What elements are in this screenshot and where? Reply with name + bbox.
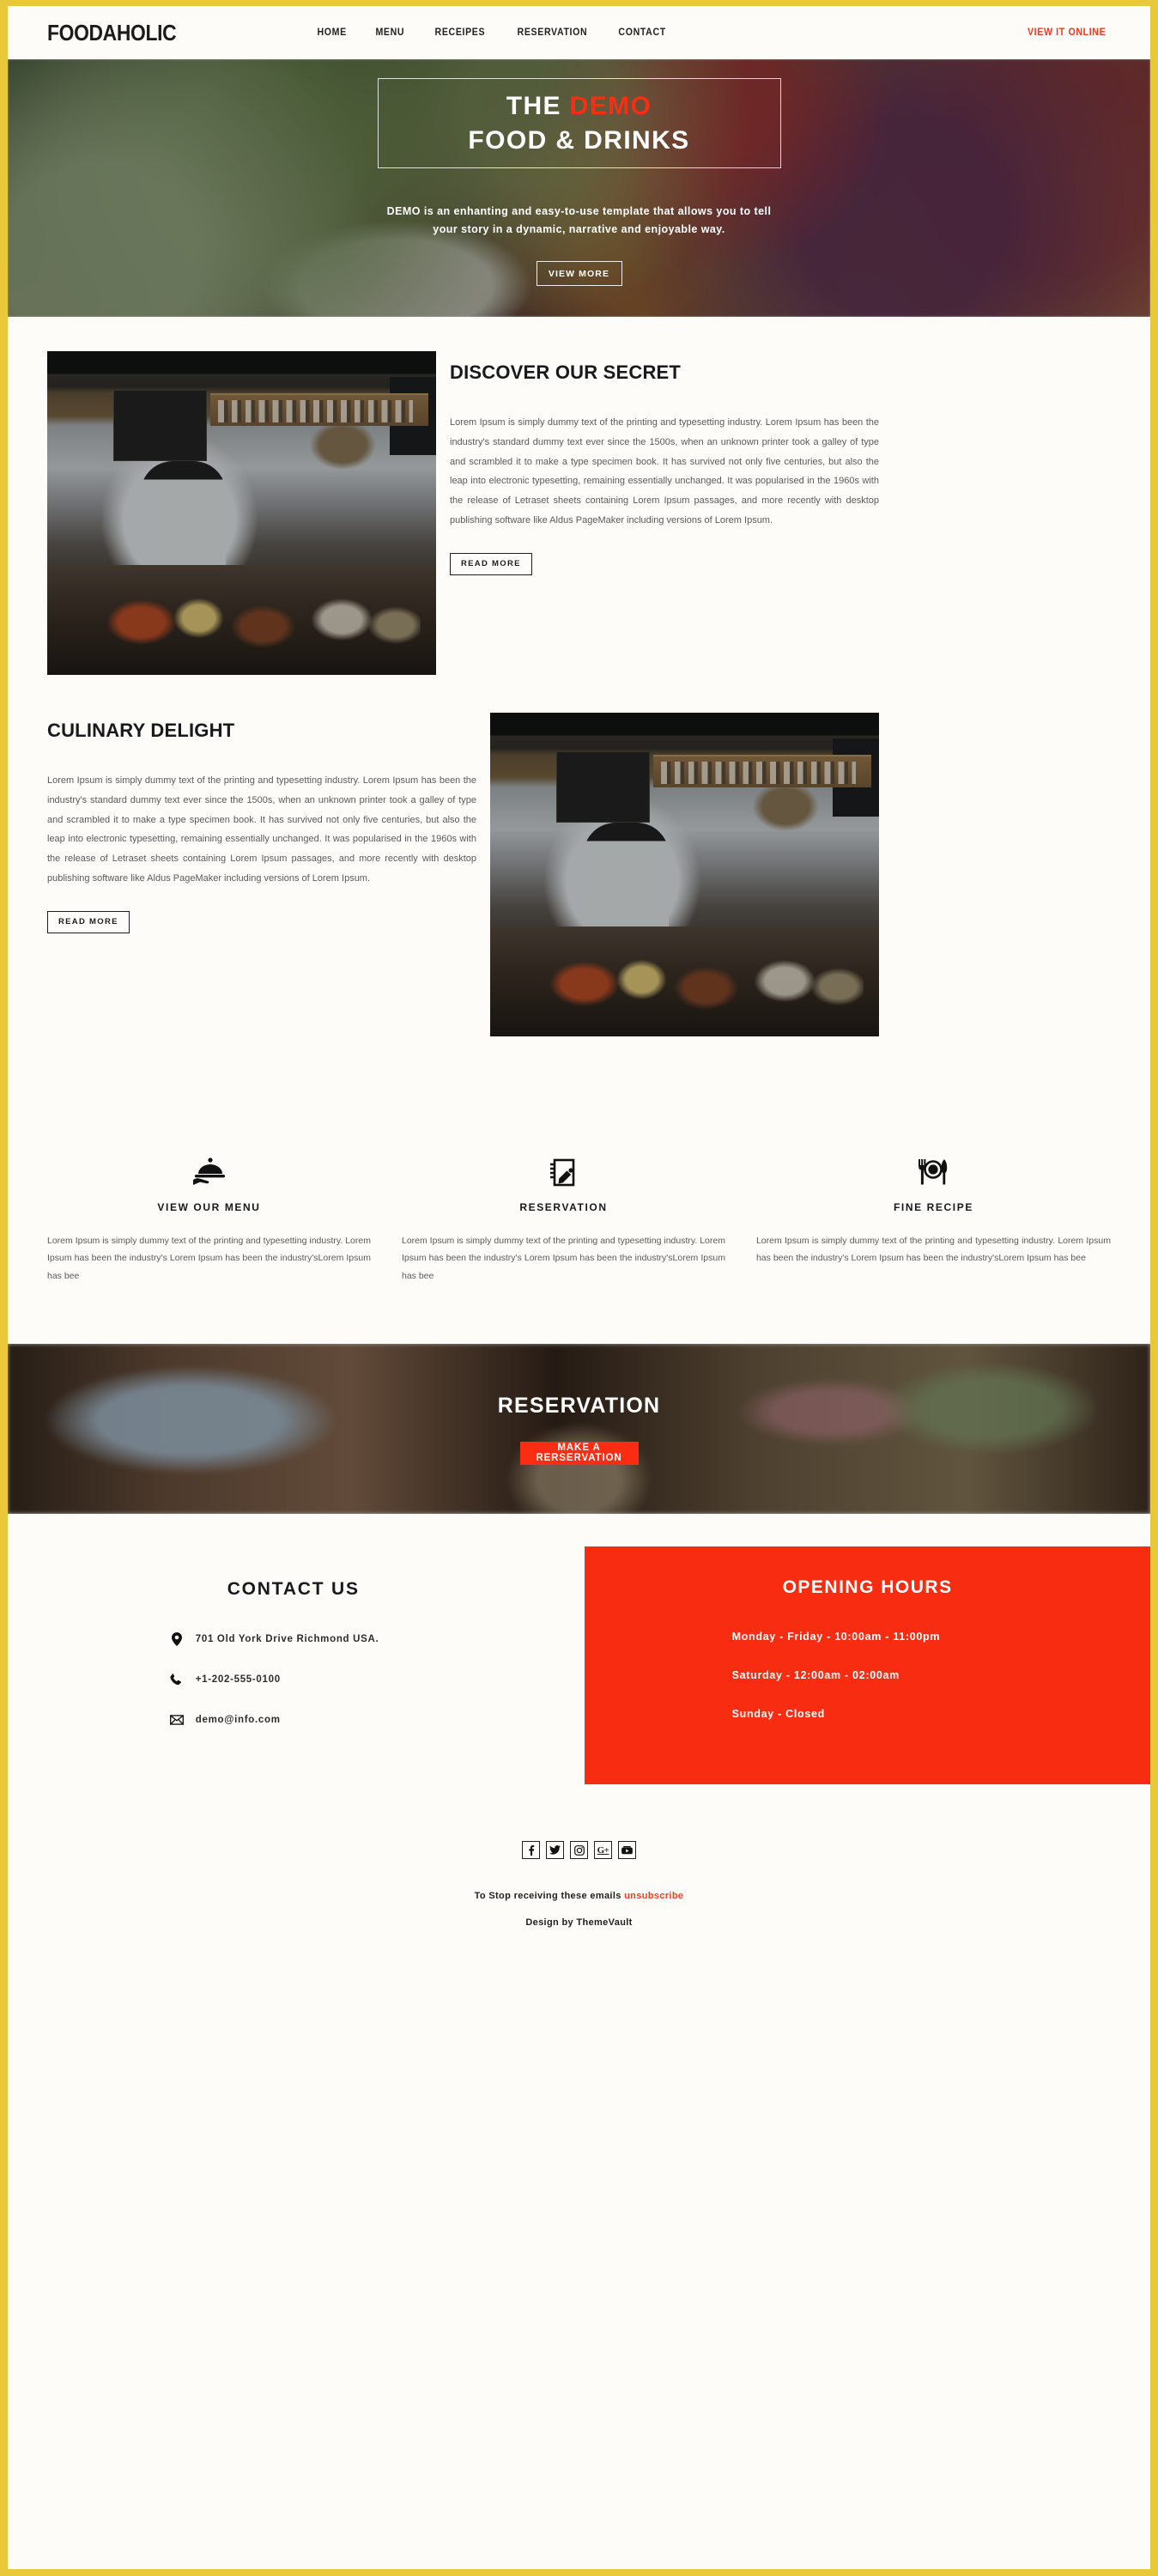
feature-body: Lorem Ipsum is simply dummy text of the … [47,1236,371,1281]
twitter-icon[interactable] [546,1841,564,1860]
culinary-title: CULINARY DELIGHT [47,720,235,741]
culinary-section: CULINARY DELIGHT Lorem Ipsum is simply d… [8,675,1150,1036]
nav-item-contact[interactable]: CONTACT [619,27,666,38]
contact-hours-section: CONTACT US 701 Old York Drive Richmond U… [8,1514,1150,1785]
hero-title-frame: THE DEMO FOOD & DRINKS [377,78,781,168]
unsubscribe-prefix: To Stop receiving these emails [474,1891,625,1902]
hero-title-accent: DEMO [569,91,652,120]
opening-hours-heading: OPENING HOURS [782,1577,953,1598]
reservation-banner-title: RESERVATION [497,1393,661,1418]
map-pin-icon [170,1632,184,1647]
contact-phone-row: +1-202-555-0100 [170,1673,427,1686]
nav-item-menu[interactable]: MENU [376,27,405,38]
feature-body: Lorem Ipsum is simply dummy text of the … [755,1236,1111,1264]
contact-heading: CONTACT US [227,1579,360,1600]
culinary-text-col: CULINARY DELIGHT Lorem Ipsum is simply d… [47,713,476,1036]
nav-item-receipes[interactable]: RECEIPES [434,27,485,38]
feature-view-our-menu[interactable]: VIEW OUR MENU Lorem Ipsum is simply dumm… [47,1151,402,1285]
culinary-body: Lorem Ipsum is simply dummy text of the … [47,775,476,884]
hours-row: Monday - Friday - 10:00am - 11:00pm [731,1631,941,1643]
reservation-banner: RESERVATION MAKE A RERSERVATION [8,1344,1150,1515]
email-sheet: FOODAHOLIC HOME MENU RECEIPES RESERVATIO… [8,6,1150,2569]
opening-hours-panel: OPENING HOURS Monday - Friday - 10:00am … [585,1546,1150,1785]
google-plus-glyph: G+ [597,1844,609,1856]
design-credit: Design by ThemeVault [525,1917,633,1929]
brand-logo[interactable]: FOODAHOLIC [47,20,177,46]
contact-email-text: demo@info.com [195,1715,281,1726]
feature-reservation[interactable]: RESERVATION Lorem Ipsum is simply dummy … [402,1151,756,1285]
make-a-reservation-button[interactable]: MAKE A RERSERVATION [519,1441,639,1465]
main-nav: HOME MENU RECEIPES RESERVATION CONTACT [316,27,669,38]
feature-title: VIEW OUR MENU [157,1201,261,1213]
view-more-button[interactable]: VIEW MORE [536,261,622,286]
feature-title: FINE RECIPE [893,1201,973,1213]
discover-image-col [47,351,450,675]
envelope-icon [169,1713,184,1727]
notebook-pencil-icon [402,1151,725,1188]
discover-read-more-button[interactable]: READ MORE [450,552,532,575]
nav-item-reservation[interactable]: RESERVATION [517,27,587,38]
cafe-photo-1 [47,351,436,675]
features-section: VIEW OUR MENU Lorem Ipsum is simply dumm… [8,1036,1150,1285]
discover-title: DISCOVER OUR SECRET [450,361,682,383]
opening-hours-list: Monday - Friday - 10:00am - 11:00pm Satu… [732,1631,1003,1747]
feature-fine-recipe[interactable]: FINE RECIPE Lorem Ipsum is simply dummy … [756,1151,1111,1285]
site-header: FOODAHOLIC HOME MENU RECEIPES RESERVATIO… [8,6,1150,59]
hero-subtitle: DEMO is an enhanting and easy-to-use tem… [386,205,772,235]
unsubscribe-line: To Stop receiving these emails unsubscri… [475,1891,684,1901]
feature-body: Lorem Ipsum is simply dummy text of the … [401,1236,725,1281]
view-it-online-link[interactable]: VIEW IT ONLINE [1028,27,1106,38]
social-links: G+ [522,1841,636,1860]
hours-row: Sunday - Closed [731,1708,826,1721]
fork-plate-knife-icon [756,1151,1111,1188]
hero-title-line2: FOOD & DRINKS [468,125,690,155]
contact-column: CONTACT US 701 Old York Drive Richmond U… [8,1546,579,1784]
cafe-photo-2 [490,713,879,1036]
discover-section: DISCOVER OUR SECRET Lorem Ipsum is simpl… [8,317,1150,675]
contact-email-row: demo@info.com [169,1713,427,1727]
nav-item-home[interactable]: HOME [317,27,346,38]
contact-address-row: 701 Old York Drive Richmond USA. [170,1632,427,1647]
hero-title-line1: THE DEMO [506,89,652,124]
hero-banner: THE DEMO FOOD & DRINKS DEMO is an enhant… [8,59,1150,317]
site-footer: G+ To Stop receiving these emails unsubs… [8,1784,1150,1929]
unsubscribe-link[interactable]: unsubscribe [624,1891,683,1901]
phone-icon [170,1673,184,1686]
discover-text-col: DISCOVER OUR SECRET Lorem Ipsum is simpl… [450,351,879,675]
contact-phone-text: +1-202-555-0100 [195,1674,281,1686]
cloche-serving-tray-icon [47,1151,371,1188]
page-frame: FOODAHOLIC HOME MENU RECEIPES RESERVATIO… [0,0,1158,2576]
feature-title: RESERVATION [519,1201,608,1213]
culinary-read-more-button[interactable]: READ MORE [47,910,130,933]
google-plus-icon[interactable]: G+ [594,1841,612,1860]
hero-title-plain: THE [506,91,570,120]
instagram-icon[interactable] [570,1841,588,1860]
contact-list: 701 Old York Drive Richmond USA. +1-202-… [169,1632,427,1753]
youtube-icon[interactable] [618,1841,636,1860]
culinary-image-col [476,713,879,1036]
hours-row: Saturday - 12:00am - 02:00am [731,1669,900,1682]
discover-body: Lorem Ipsum is simply dummy text of the … [450,417,879,526]
contact-address-text: 701 Old York Drive Richmond USA. [195,1634,379,1645]
facebook-icon[interactable] [522,1841,540,1860]
